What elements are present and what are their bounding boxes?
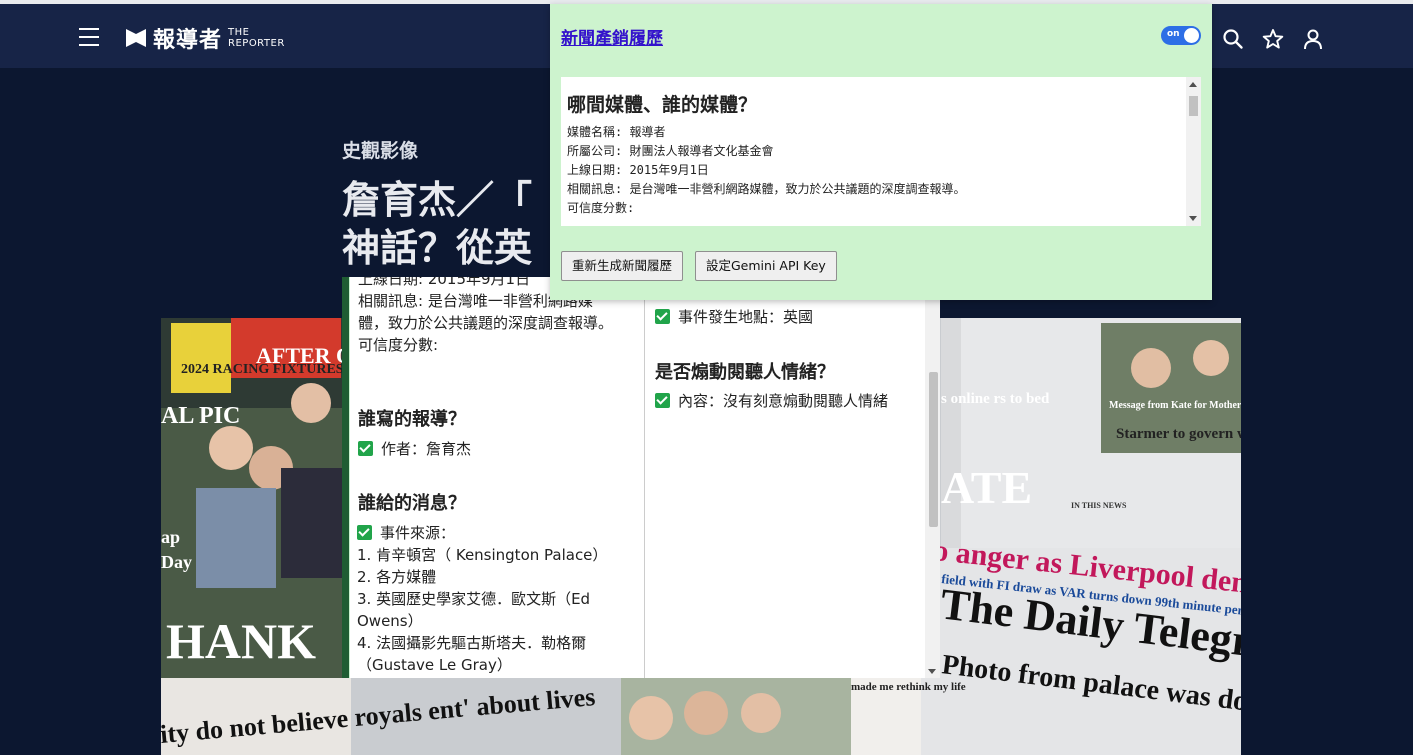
logo-text-en: THE REPORTER — [228, 27, 285, 49]
hero-text: Day — [161, 552, 192, 572]
hero-text: HANK — [166, 613, 316, 669]
emotion-line: 內容：沒有刻意煽動閱聽人情緒 — [655, 390, 888, 412]
source-item: 2. 各方媒體 — [357, 568, 437, 586]
credibility-panel: 上線日期: 2015年9月1日 相關訊息: 是台灣唯一非營利網路媒體，致力於公共… — [350, 277, 925, 678]
logo-flag-icon — [126, 29, 146, 47]
media-info-line: 可信度分數: — [567, 201, 635, 215]
source-item: 4. 法國攝影先驅古斯塔夫．勒格爾（Gustave Le Gray） — [357, 634, 587, 674]
source-item: 1. 肯辛頓宮（ Kensington Palace） — [357, 546, 608, 564]
credibility-panel-frame: 上線日期: 2015年9月1日 相關訊息: 是台灣唯一非營利網路媒體，致力於公共… — [342, 277, 940, 678]
logo-text-cn: 報導者 — [153, 27, 223, 53]
check-icon — [655, 393, 670, 408]
search-icon[interactable] — [1222, 28, 1244, 50]
check-icon — [357, 525, 372, 540]
media-info-scrollbar[interactable] — [1186, 77, 1201, 226]
media-info-box: 哪間媒體、誰的媒體？ 媒體名稱: 報導者 所屬公司: 財團法人報導者文化基金會 … — [561, 77, 1201, 226]
panel-left-column: 上線日期: 2015年9月1日 相關訊息: 是台灣唯一非營利網路媒體，致力於公共… — [357, 277, 633, 678]
media-info-line: 上線日期: 2015年9月1日 — [567, 163, 709, 177]
toggle-knob — [1184, 28, 1199, 43]
hero-text: made me rethink my life — [851, 681, 966, 693]
article-title: 詹育杰／「 神話？從英 — [342, 177, 533, 270]
user-icon[interactable] — [1302, 28, 1324, 50]
check-icon — [358, 441, 373, 456]
section-heading-emotion: 是否煽動閱聽人情緒？ — [655, 362, 835, 383]
article-category[interactable]: 史觀影像 — [342, 136, 418, 163]
extension-title-link[interactable]: 新聞產銷履歷 — [561, 24, 663, 49]
hero-text: ATE — [941, 462, 1032, 513]
hero-text: Starmer to govern wi — [1116, 426, 1241, 442]
media-info-line: 相關訊息: 是台灣唯一非營利網路媒體，致力於公共議題的深度調查報導。 — [567, 182, 966, 196]
enable-toggle[interactable]: on — [1161, 26, 1201, 45]
scroll-down-arrow-icon[interactable] — [928, 669, 936, 674]
site-logo[interactable]: 報導者 THE REPORTER — [125, 23, 285, 53]
panel-scrollbar[interactable] — [925, 277, 940, 678]
hero-text: AL PIC — [161, 403, 240, 429]
check-icon — [655, 309, 670, 324]
credibility-score-text: 可信度分數: — [358, 336, 439, 354]
source-item: 3. 英國歷史學家艾德．歐文斯（Ed Owens） — [357, 590, 591, 630]
media-info-lines: 媒體名稱: 報導者 所屬公司: 財團法人報導者文化基金會 上線日期: 2015年… — [567, 123, 965, 218]
media-info-line: 媒體名稱: 報導者 — [567, 125, 666, 139]
menu-icon[interactable] — [79, 28, 99, 46]
section-heading-source: 誰給的消息？ — [358, 493, 466, 514]
toggle-label: on — [1167, 29, 1180, 39]
source-label-line: 事件來源： — [357, 522, 623, 544]
hero-text: ap — [161, 527, 180, 547]
hero-text: IN THIS NEWS — [1071, 501, 1127, 510]
writer-line: 作者：詹育杰 — [358, 438, 471, 460]
extension-popup: 新聞產銷履歷 on 哪間媒體、誰的媒體？ 媒體名稱: 報導者 所屬公司: 財團法… — [550, 4, 1212, 300]
hero-text: Message from Kate for Mother's Day — [1109, 400, 1241, 411]
regenerate-button[interactable]: 重新生成新聞履歷 — [561, 251, 684, 281]
set-api-key-button[interactable]: 設定Gemini API Key — [695, 251, 837, 281]
section-heading-writer: 誰寫的報導？ — [358, 409, 466, 430]
panel-right-column: 事件發生地點：英國 是否煽動閱聽人情緒？ 內容：沒有刻意煽動閱聽人情緒 — [644, 277, 914, 678]
scrollbar-thumb[interactable] — [1189, 96, 1198, 116]
scroll-down-arrow-icon[interactable] — [1189, 216, 1197, 221]
scrollbar-thumb[interactable] — [929, 372, 938, 527]
scroll-up-arrow-icon[interactable] — [1189, 82, 1197, 87]
hero-text: s online rs to bed — [941, 391, 1050, 407]
media-info-heading: 哪間媒體、誰的媒體？ — [567, 94, 758, 116]
media-info-line: 所屬公司: 財團法人報導者文化基金會 — [567, 144, 774, 158]
location-line: 事件發生地點：英國 — [655, 306, 813, 328]
star-icon[interactable] — [1262, 28, 1284, 50]
panel-accent-bar — [342, 277, 349, 678]
